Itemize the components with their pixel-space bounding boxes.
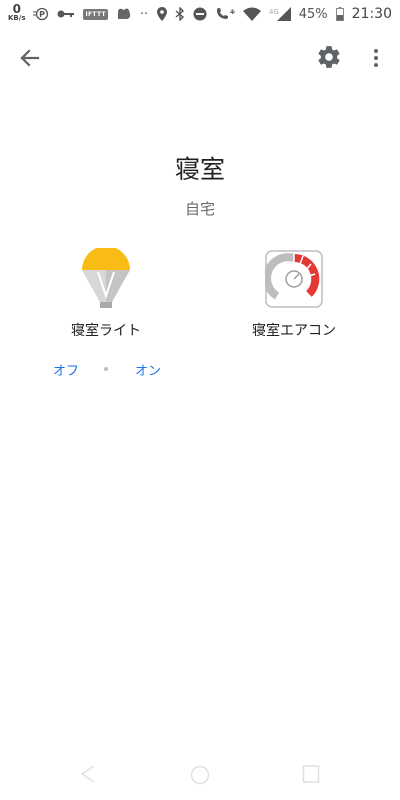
cellular-signal-icon: 4G — [269, 7, 291, 21]
back-button[interactable] — [16, 46, 44, 70]
settings-button[interactable] — [316, 44, 342, 70]
light-on-button[interactable]: オン — [135, 360, 161, 379]
arrow-back-icon — [20, 49, 40, 67]
net-4g-label: 4G — [230, 9, 235, 16]
parking-icon: P — [33, 7, 49, 21]
home-name: 自宅 — [184, 200, 215, 218]
nav-home-button[interactable] — [189, 764, 211, 790]
ifttt-icon: IFTTT — [83, 8, 108, 20]
gear-icon — [318, 46, 340, 68]
more-vert-icon — [374, 49, 378, 67]
nav-back-button[interactable] — [78, 764, 98, 788]
separator-dot — [104, 367, 108, 371]
network-speed-value: 0 — [12, 2, 21, 16]
light-off-button[interactable]: オフ — [53, 360, 79, 379]
app-bar — [0, 36, 400, 80]
clock: 21:30 — [351, 6, 392, 22]
device-light[interactable]: 寝室ライト — [36, 248, 176, 340]
key-icon — [57, 9, 75, 19]
nav-home-icon — [190, 765, 210, 785]
wifi-icon — [242, 7, 261, 21]
navigation-bar — [0, 752, 400, 796]
nav-recents-button[interactable] — [302, 764, 320, 788]
device-light-name: 寝室ライト — [71, 323, 141, 339]
status-bar-right: 4G 4G 45% 21:30 — [156, 6, 392, 22]
svg-text:P: P — [40, 10, 46, 19]
volte-call-icon: 4G — [215, 7, 235, 21]
lightbulb-icon — [82, 248, 130, 308]
network-speed: 0 KB/s — [8, 2, 26, 23]
more-options-button[interactable] — [366, 46, 386, 70]
room-title: 寝室 — [174, 155, 225, 184]
screen: 0 KB/s P IFTTT ·· 4 4G 45% 21:30 寝室 自宅 寝… — [0, 0, 400, 800]
device-air-conditioner[interactable]: 寝室エアコン — [224, 248, 364, 340]
light-toggle-row: オフ オン — [40, 360, 180, 380]
network-speed-unit: KB/s — [8, 14, 26, 22]
status-bar: 0 KB/s P IFTTT ·· 4 4G 45% 21:30 — [0, 0, 400, 28]
thermostat-gauge-icon — [265, 250, 323, 308]
overflow-notifications-icon: ·· — [139, 6, 149, 22]
bluetooth-icon — [175, 7, 185, 21]
nav-recents-icon — [302, 765, 320, 783]
net-4g-label-secondary: 4G — [269, 8, 279, 16]
nav-back-icon — [80, 765, 95, 783]
battery-icon — [335, 7, 344, 21]
device-ac-name: 寝室エアコン — [252, 323, 336, 339]
do-not-disturb-icon — [193, 7, 207, 21]
location-icon — [156, 7, 167, 21]
app-notification-icon — [116, 7, 132, 21]
battery-percent: 45% — [298, 6, 328, 22]
status-bar-left: 0 KB/s P IFTTT ·· — [8, 2, 149, 23]
